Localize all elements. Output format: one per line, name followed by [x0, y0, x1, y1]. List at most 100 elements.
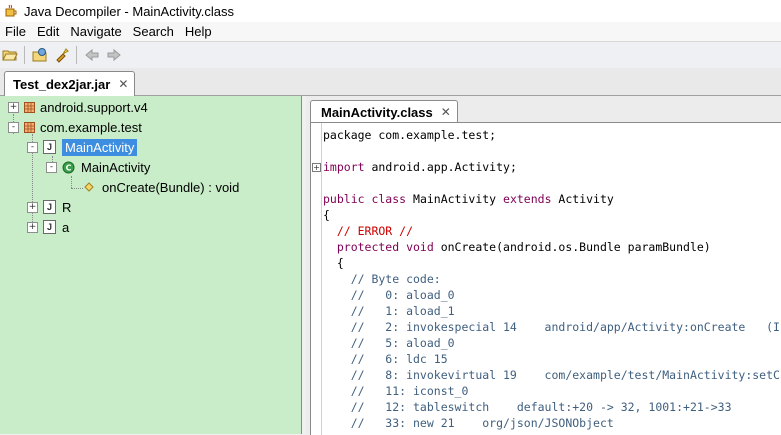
- arrow-left-icon: [85, 48, 99, 62]
- code-token: MainActivity: [406, 192, 504, 206]
- code-token: // 6: ldc 15: [323, 352, 448, 366]
- arrow-right-icon: [107, 48, 121, 62]
- java-file-icon: J: [43, 140, 56, 154]
- tree-item-mainactivity-file[interactable]: - J MainActivity: [27, 137, 138, 157]
- code-token: // 0: aload_0: [323, 288, 455, 302]
- package-tree: + android.support.v4 - com.example.test …: [0, 96, 302, 434]
- fold-expand-icon[interactable]: +: [312, 163, 321, 172]
- menu-file[interactable]: File: [0, 24, 32, 39]
- code-line: // 6: ldc 15: [323, 351, 448, 367]
- java-file-icon: J: [43, 220, 56, 234]
- collapse-icon[interactable]: -: [27, 141, 38, 153]
- tree-item-label: a: [62, 219, 70, 235]
- code-line: // 0: aload_0: [323, 287, 455, 303]
- tree-connector: [71, 176, 72, 188]
- code-line: protected void onCreate(android.os.Bundl…: [323, 239, 711, 255]
- close-icon[interactable]: ✕: [441, 105, 451, 119]
- tree-item-label: android.support.v4: [40, 99, 148, 115]
- code-token: onCreate(android.os.Bundle paramBundle): [433, 240, 711, 254]
- tree-connector: [71, 188, 83, 189]
- code-token: {: [323, 256, 344, 270]
- collapse-icon[interactable]: -: [8, 121, 19, 133]
- forward-button[interactable]: [104, 45, 124, 65]
- open-type-button[interactable]: [30, 45, 50, 65]
- code-token: android.app.Activity;: [364, 160, 517, 174]
- code-line: // 11: iconst_0: [323, 383, 469, 399]
- code-line: // 2: invokespecial 14 android/app/Activ…: [323, 319, 780, 335]
- code-token: Activity: [551, 192, 614, 206]
- menu-edit[interactable]: Edit: [32, 24, 65, 39]
- code-line: package com.example.test;: [323, 127, 496, 143]
- tree-item-com-example-test[interactable]: - com.example.test: [8, 117, 142, 137]
- tree-item-android-support-v4[interactable]: + android.support.v4: [8, 97, 148, 117]
- code-line: // 8: invokevirtual 19 com/example/test/…: [323, 367, 780, 383]
- menu-help[interactable]: Help: [180, 24, 218, 39]
- code-token: // 12: tableswitch default:+20 -> 32, 10…: [323, 400, 732, 414]
- code-token: // 2: invokespecial 14 android/app/Activ…: [323, 320, 780, 334]
- code-line: // 33: new 21 org/json/JSONObject: [323, 415, 614, 431]
- tree-item-r[interactable]: + J R: [27, 197, 71, 217]
- method-icon: [84, 182, 94, 192]
- expand-icon[interactable]: +: [27, 221, 38, 233]
- code-line: public class MainActivity extends Activi…: [323, 191, 614, 207]
- source-code-view[interactable]: package com.example.test; import android.…: [310, 122, 781, 435]
- code-token: // 5: aload_0: [323, 336, 455, 350]
- close-icon[interactable]: ✕: [118, 77, 128, 91]
- tree-item-mainactivity-class[interactable]: - C MainActivity: [46, 157, 150, 177]
- code-line: // 12: tableswitch default:+20 -> 32, 10…: [323, 399, 732, 415]
- toolbar-separator: [76, 46, 77, 64]
- title-bar: Java Decompiler - MainActivity.class: [0, 0, 781, 23]
- menu-search[interactable]: Search: [128, 24, 180, 39]
- code-token: // 33: new 21 org/json/JSONObject: [323, 416, 614, 430]
- tree-item-a[interactable]: + J a: [27, 217, 69, 237]
- file-tab-strip: Test_dex2jar.jar ✕: [0, 68, 781, 96]
- menu-navigate[interactable]: Navigate: [65, 24, 127, 39]
- tab-mainactivity-class[interactable]: MainActivity.class ✕: [310, 100, 458, 123]
- code-token: import: [323, 160, 365, 174]
- code-token: {: [323, 208, 330, 222]
- tab-test-dex2jar-jar[interactable]: Test_dex2jar.jar ✕: [4, 71, 136, 96]
- expand-icon[interactable]: +: [8, 101, 19, 113]
- tree-item-label: MainActivity: [81, 159, 151, 175]
- code-line: // ERROR //: [323, 223, 413, 239]
- code-line: {: [323, 255, 344, 271]
- package-icon: [24, 121, 35, 133]
- code-token: // 1: aload_1: [323, 304, 455, 318]
- open-file-button[interactable]: [0, 45, 20, 65]
- window-title: Java Decompiler - MainActivity.class: [24, 3, 234, 19]
- tree-item-label: onCreate(Bundle) : void: [102, 179, 240, 195]
- code-token: // 11: iconst_0: [323, 384, 469, 398]
- code-token: protected void: [323, 240, 434, 254]
- tree-item-label: R: [62, 199, 72, 215]
- tab-label: MainActivity.class: [321, 104, 433, 120]
- back-button[interactable]: [82, 45, 102, 65]
- code-token: // ERROR //: [323, 224, 414, 238]
- code-token: // 8: invokevirtual 19 com/example/test/…: [323, 368, 780, 382]
- code-token: package com.example.test;: [323, 128, 497, 142]
- java-file-icon: J: [43, 200, 56, 214]
- search-button[interactable]: [52, 45, 72, 65]
- open-type-icon: [32, 48, 47, 62]
- flashlight-icon: [56, 48, 69, 63]
- package-icon: [24, 101, 35, 113]
- expand-icon[interactable]: +: [27, 201, 38, 213]
- code-line: {: [323, 207, 330, 223]
- collapse-icon[interactable]: -: [46, 161, 57, 173]
- code-token: public class: [323, 192, 407, 206]
- tree-item-oncreate[interactable]: onCreate(Bundle) : void: [84, 177, 239, 197]
- class-icon: C: [62, 161, 75, 173]
- code-token: // Byte code:: [323, 272, 441, 286]
- svg-text:C: C: [66, 163, 72, 172]
- java-cup-icon: [5, 4, 17, 17]
- toolbar: [0, 41, 781, 69]
- toolbar-separator: [24, 46, 25, 64]
- folder-open-icon: [2, 50, 18, 61]
- code-line: // 5: aload_0: [323, 335, 455, 351]
- tree-item-label: MainActivity: [62, 138, 138, 156]
- code-token: extends: [503, 192, 552, 206]
- editor-panel: MainActivity.class ✕ package com.example…: [306, 96, 781, 435]
- tab-label: Test_dex2jar.jar: [13, 76, 111, 92]
- code-line: // 1: aload_1: [323, 303, 455, 319]
- code-line: import android.app.Activity;: [323, 159, 517, 175]
- menu-bar: File Edit Navigate Search Help: [0, 22, 781, 41]
